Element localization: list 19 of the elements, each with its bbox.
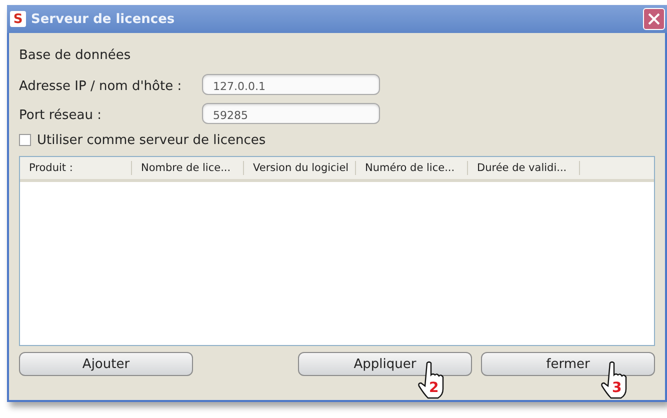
column-header[interactable]: Durée de validi...: [468, 161, 580, 175]
column-header[interactable]: Produit :: [20, 161, 132, 175]
column-header[interactable]: Numéro de lice...: [356, 161, 468, 175]
app-icon: S: [10, 11, 26, 27]
checkbox-label: Utiliser comme serveur de licences: [37, 132, 266, 148]
column-header[interactable]: Nombre de lice...: [132, 161, 244, 175]
dialog-button[interactable]: fermer: [481, 352, 655, 376]
field-label: Adresse IP / nom d'hôte :: [19, 79, 182, 94]
section-title: Base de données: [19, 48, 131, 63]
dialog-button[interactable]: Ajouter: [19, 352, 193, 376]
close-button[interactable]: [643, 8, 665, 30]
checkbox[interactable]: [19, 134, 31, 146]
text-field[interactable]: 59285: [202, 103, 380, 124]
text-field[interactable]: 127.0.0.1: [202, 74, 380, 95]
window-title: Serveur de licences: [31, 12, 176, 26]
dialog-button[interactable]: Appliquer: [298, 352, 472, 376]
field-label: Port réseau :: [19, 108, 102, 123]
close-icon: [648, 13, 660, 25]
column-header[interactable]: Version du logiciel: [244, 161, 356, 175]
